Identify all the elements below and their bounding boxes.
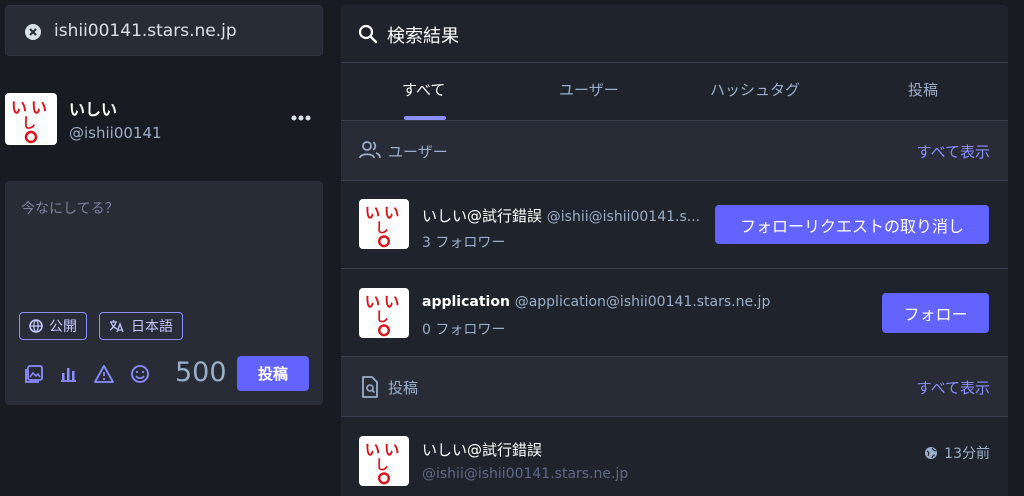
search-box[interactable]: ishii00141.stars.ne.jp [5, 5, 323, 56]
posts-section-title: 投稿 [388, 379, 419, 397]
post-author-acct: @ishii@ishii00141.stars.ne.jp [422, 466, 629, 482]
user-display-name: いしい@試行錯誤 [422, 207, 543, 225]
user-name-line: いしい@試行錯誤 @ishii@ishii00141.s... [422, 205, 714, 226]
users-section-title: ユーザー [388, 143, 448, 161]
language-label: 日本語 [131, 319, 173, 335]
compose-textarea[interactable]: 今なにしてる？ [21, 198, 119, 218]
svg-text:い: い [384, 293, 399, 311]
follow-button[interactable]: フォロー [882, 293, 989, 333]
profile-display-name: いしい [69, 100, 118, 119]
tab-users[interactable]: ユーザー [559, 79, 619, 100]
user-acct: @application@ishii00141.stars.ne.jp [514, 294, 771, 310]
user-result-row[interactable]: い い し application @application@ishii0014… [341, 269, 1008, 357]
user-name-line: application @application@ishii00141.star… [422, 292, 770, 310]
svg-text:し: し [22, 116, 36, 132]
user-followers: 0 フォロワー [422, 322, 506, 338]
visibility-button[interactable]: 公開 [19, 312, 87, 340]
svg-text:い: い [11, 98, 27, 117]
svg-text:し: し [375, 458, 388, 474]
more-options-icon[interactable] [290, 110, 314, 126]
avatar-image: い い し [365, 293, 399, 337]
user-display-name: application [422, 294, 510, 310]
compose-form: 今なにしてる？ 公開 日本語 500 投稿 [5, 181, 323, 405]
svg-text:い: い [31, 98, 47, 117]
svg-text:い: い [365, 293, 380, 311]
avatar-image: い い し [365, 204, 399, 248]
search-input[interactable]: ishii00141.stars.ne.jp [54, 21, 237, 41]
users-show-all-link[interactable]: すべて表示 [917, 141, 990, 162]
avatar[interactable]: い い し [359, 199, 409, 249]
results-header: 検索結果 [341, 5, 1008, 63]
posts-section-header: 投稿 すべて表示 [341, 357, 1008, 417]
cancel-follow-request-button[interactable]: フォローリクエストの取り消し [715, 205, 989, 244]
svg-text:い: い [384, 441, 399, 459]
search-results-panel: 検索結果 すべて ユーザー ハッシュタグ 投稿 ユーザー すべて表示 い い し… [341, 5, 1008, 496]
document-search-icon [362, 376, 378, 398]
poll-icon[interactable] [57, 363, 79, 385]
post-time: 13分前 [944, 446, 990, 462]
character-counter: 500 [175, 357, 227, 388]
avatar-image: い い し [365, 441, 399, 485]
results-title: 検索結果 [387, 26, 459, 47]
user-followers: 3 フォロワー [422, 235, 506, 251]
visibility-label: 公開 [49, 319, 77, 335]
emoji-icon[interactable] [129, 363, 151, 385]
user-acct: @ishii@ishii00141.s... [546, 209, 701, 225]
translate-icon [109, 320, 124, 333]
svg-text:い: い [384, 204, 399, 222]
search-icon [358, 24, 378, 44]
svg-text:し: し [375, 221, 388, 237]
svg-text:い: い [365, 441, 380, 459]
post-author-name: いしい@試行錯誤 [422, 441, 543, 459]
svg-text:い: い [365, 204, 380, 222]
svg-text:し: し [375, 310, 388, 326]
globe-icon [29, 319, 43, 333]
avatar[interactable]: い い し [359, 288, 409, 338]
avatar[interactable]: い い し [5, 93, 57, 145]
tab-all[interactable]: すべて [402, 79, 445, 100]
post-result-row[interactable]: い い し いしい@試行錯誤 @ishii@ishii00141.stars.n… [341, 417, 1008, 496]
globe-icon [925, 447, 938, 459]
active-tab-indicator [404, 116, 446, 120]
users-section-header: ユーザー すべて表示 [341, 121, 1008, 181]
avatar[interactable]: い い し [359, 436, 409, 486]
results-tabs: すべて ユーザー ハッシュタグ 投稿 [341, 63, 1008, 121]
warning-icon[interactable] [93, 363, 115, 385]
post-timestamp[interactable]: 13分前 [924, 443, 990, 463]
clear-search-icon[interactable] [24, 23, 42, 41]
people-icon [359, 141, 381, 159]
avatar-image: い い し [11, 98, 47, 144]
profile-acct: @ishii00141 [69, 124, 162, 142]
tab-hashtags[interactable]: ハッシュタグ [710, 79, 800, 100]
posts-show-all-link[interactable]: すべて表示 [917, 377, 990, 398]
language-button[interactable]: 日本語 [99, 312, 183, 340]
tab-posts[interactable]: 投稿 [908, 79, 938, 100]
media-icon[interactable] [23, 363, 45, 385]
post-button[interactable]: 投稿 [237, 356, 309, 391]
user-result-row[interactable]: い い し いしい@試行錯誤 @ishii@ishii00141.s... 3 … [341, 181, 1008, 269]
